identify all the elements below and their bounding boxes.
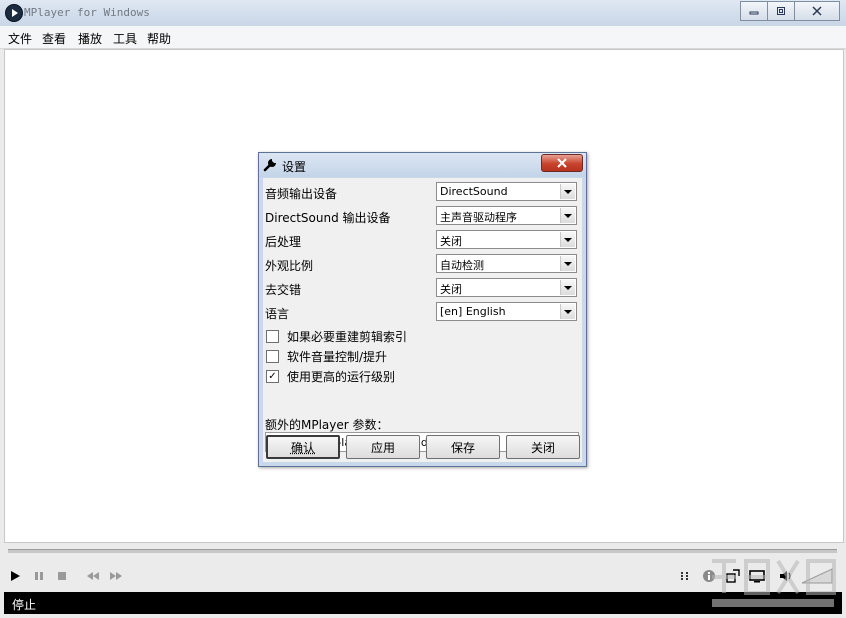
minimize-button[interactable] [740, 1, 768, 21]
play-button[interactable] [8, 567, 22, 585]
wrench-icon [263, 159, 276, 172]
aspect-ratio-label: 外观比例 [265, 259, 314, 273]
apply-button[interactable]: 应用 [346, 435, 420, 459]
aspect-ratio-value: 自动检测 [440, 259, 484, 272]
dialog-close-button[interactable] [541, 154, 583, 172]
chevron-down-icon[interactable] [560, 232, 575, 247]
higher-priority-checkbox[interactable]: ✓ 使用更高的运行级别 [266, 368, 395, 384]
postprocess-value: 关闭 [440, 235, 462, 248]
menu-play[interactable]: 播放 [78, 30, 102, 47]
audio-output-select[interactable]: DirectSound [436, 182, 577, 201]
dialog-title: 设置 [282, 160, 307, 174]
playlist-button[interactable] [677, 567, 693, 585]
audio-output-label: 音频输出设备 [265, 187, 338, 201]
chevron-down-icon[interactable] [560, 280, 575, 295]
close-dialog-button-label: 关闭 [530, 440, 555, 455]
rewind-button[interactable] [85, 567, 101, 585]
restore-icon [777, 7, 785, 15]
aspect-ratio-select[interactable]: 自动检测 [436, 254, 577, 273]
directsound-device-label: DirectSound 输出设备 [265, 211, 391, 225]
deinterlace-select[interactable]: 关闭 [436, 278, 577, 297]
menu-help[interactable]: 帮助 [147, 30, 171, 47]
close-button[interactable] [794, 1, 840, 21]
fast-forward-icon [110, 572, 122, 580]
chevron-down-icon[interactable] [560, 184, 575, 199]
deinterlace-label: 去交错 [265, 283, 302, 297]
extra-params-label: 额外的MPlayer 参数： [265, 418, 389, 432]
rebuild-index-checkbox[interactable]: 如果必要重建剪辑索引 [266, 328, 407, 344]
language-select[interactable]: [en] English [436, 302, 577, 321]
mplayer-window: MPlayer for Windows 文件 查看 播放 工具 帮助 停止 设置… [0, 0, 846, 618]
ok-button-label: 确认 [290, 440, 315, 455]
menu-file[interactable]: 文件 [8, 30, 32, 47]
deinterlace-value: 关闭 [440, 283, 462, 296]
play-icon [11, 571, 20, 581]
window-title: MPlayer for Windows [24, 6, 150, 19]
close-dialog-button[interactable]: 关闭 [506, 435, 580, 459]
playlist-icon [681, 572, 688, 580]
checkbox-box[interactable]: ✓ [266, 369, 279, 383]
higher-priority-label: 使用更高的运行级别 [287, 369, 396, 384]
status-text: 停止 [12, 598, 37, 612]
menu-bar: 文件 查看 播放 工具 帮助 [0, 26, 846, 49]
software-volume-checkbox[interactable]: 软件音量控制/提升 [266, 348, 387, 364]
title-bar[interactable]: MPlayer for Windows [0, 0, 846, 26]
restore-button[interactable] [767, 1, 795, 21]
close-icon [812, 6, 822, 16]
language-value: [en] English [440, 305, 506, 318]
rebuild-index-label: 如果必要重建剪辑索引 [287, 329, 408, 344]
menu-tools[interactable]: 工具 [113, 30, 137, 47]
menu-view[interactable]: 查看 [42, 30, 66, 47]
language-label: 语言 [265, 307, 290, 321]
chevron-down-icon[interactable] [560, 256, 575, 271]
postprocess-select[interactable]: 关闭 [436, 230, 577, 249]
software-volume-label: 软件音量控制/提升 [287, 349, 388, 364]
chevron-down-icon[interactable] [560, 304, 575, 319]
pause-icon [35, 572, 43, 580]
chevron-down-icon[interactable] [560, 208, 575, 223]
dialog-body: 音频输出设备 DirectSound DirectSound 输出设备 主声音驱… [263, 178, 582, 462]
checkbox-box[interactable] [266, 349, 279, 363]
directsound-device-value: 主声音驱动程序 [440, 211, 517, 224]
rewind-icon [87, 572, 99, 580]
fast-forward-button[interactable] [108, 567, 124, 585]
settings-dialog: 设置 音频输出设备 DirectSound DirectSound 输出设备 主… [258, 152, 587, 467]
apply-button-label: 应用 [370, 440, 395, 455]
watermark-logo [712, 559, 836, 607]
pause-button[interactable] [32, 567, 46, 585]
directsound-device-select[interactable]: 主声音驱动程序 [436, 206, 577, 225]
window-controls [740, 1, 840, 21]
ok-button[interactable]: 确认 [266, 435, 340, 459]
save-button[interactable]: 保存 [426, 435, 500, 459]
audio-output-value: DirectSound [440, 185, 508, 198]
save-button-label: 保存 [450, 440, 475, 455]
dialog-title-bar[interactable]: 设置 [259, 153, 586, 177]
mplayer-logo-icon [5, 4, 23, 22]
checkbox-box[interactable] [266, 329, 279, 343]
postprocess-label: 后处理 [265, 235, 302, 249]
minimize-icon [749, 11, 759, 15]
stop-icon [58, 572, 66, 580]
close-icon [557, 158, 567, 168]
stop-button[interactable] [55, 567, 69, 585]
